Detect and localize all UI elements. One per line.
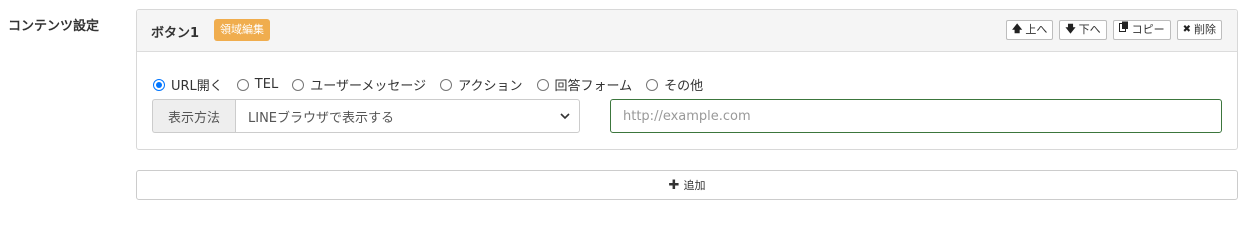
copy-button[interactable]: コピー xyxy=(1112,20,1171,40)
radio-answer-form[interactable]: 回答フォーム xyxy=(536,75,633,94)
add-button-label: 追加 xyxy=(683,179,706,192)
display-method-label: 表示方法 xyxy=(152,99,235,133)
radio-tel[interactable]: TEL xyxy=(236,77,279,92)
delete-label: 削除 xyxy=(1194,23,1216,36)
radio-button[interactable] xyxy=(292,78,305,91)
display-method-select[interactable]: LINEブラウザで表示する xyxy=(235,99,580,133)
action-type-radio-group: URL開く TEL ユーザーメッセージ アクション 回答フォーム その他 xyxy=(153,75,717,94)
content-settings-label: コンテンツ設定 xyxy=(8,19,100,34)
radio-action[interactable]: アクション xyxy=(440,75,523,94)
radio-button[interactable] xyxy=(440,78,453,91)
move-down-button[interactable]: 🡇 下へ xyxy=(1059,20,1107,40)
radio-other[interactable]: その他 xyxy=(646,75,703,94)
radio-label: 回答フォーム xyxy=(554,79,633,94)
radio-label: TEL xyxy=(254,77,279,92)
radio-url-open[interactable]: URL開く xyxy=(153,75,223,94)
area-edit-badge[interactable]: 領域編集 xyxy=(214,19,270,41)
move-up-button[interactable]: 🡅 上へ xyxy=(1006,20,1054,40)
radio-label: URL開く xyxy=(171,79,223,94)
radio-user-message[interactable]: ユーザーメッセージ xyxy=(292,75,426,94)
panel-title: ボタン1 xyxy=(151,26,200,41)
url-input-placeholder: http://example.com xyxy=(623,108,751,124)
display-method-group: 表示方法 LINEブラウザで表示する xyxy=(152,99,580,133)
display-method-value: LINEブラウザで表示する xyxy=(248,110,395,126)
panel-actions: 🡅 上へ 🡇 下へ コピー ✖ 削除 xyxy=(1006,20,1222,40)
radio-label: ユーザーメッセージ xyxy=(310,79,427,94)
close-icon: ✖ xyxy=(1182,24,1191,35)
copy-label: コピー xyxy=(1131,23,1165,36)
move-down-label: 下へ xyxy=(1078,23,1101,36)
url-input[interactable]: http://example.com xyxy=(610,99,1222,133)
radio-label: その他 xyxy=(664,79,704,94)
radio-label: アクション xyxy=(458,79,523,94)
copy-icon xyxy=(1118,21,1129,39)
arrow-up-icon: 🡅 xyxy=(1012,24,1023,35)
add-button[interactable]: ✚ 追加 xyxy=(136,170,1238,200)
panel-header: ボタン1 領域編集 🡅 上へ 🡇 下へ コピー ✖ 削除 xyxy=(137,10,1237,52)
button-panel: ボタン1 領域編集 🡅 上へ 🡇 下へ コピー ✖ 削除 URL開く TEL ユ… xyxy=(136,9,1238,150)
radio-button[interactable] xyxy=(536,78,549,91)
plus-icon: ✚ xyxy=(668,177,680,193)
move-up-label: 上へ xyxy=(1025,23,1048,36)
radio-button[interactable] xyxy=(646,78,659,91)
delete-button[interactable]: ✖ 削除 xyxy=(1176,20,1222,40)
radio-button[interactable] xyxy=(236,78,249,91)
arrow-down-icon: 🡇 xyxy=(1065,24,1076,35)
radio-button[interactable] xyxy=(153,78,165,91)
chevron-down-icon xyxy=(560,113,570,120)
